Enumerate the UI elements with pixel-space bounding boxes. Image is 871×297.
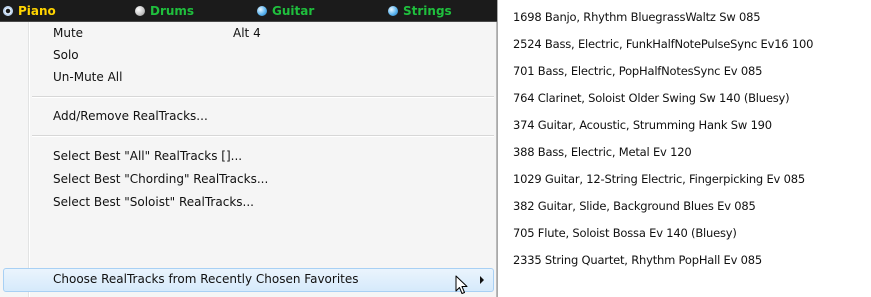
track-piano-label: Piano	[18, 4, 56, 18]
menu-item-select-best-chording[interactable]: Select Best "Chording" RealTracks...	[3, 168, 494, 190]
menu-item-label: Select Best "Soloist" RealTracks...	[53, 195, 254, 209]
radio-icon	[257, 6, 267, 16]
menu-item-label: Solo	[53, 48, 79, 62]
favorite-item[interactable]: 764 Clarinet, Soloist Older Swing Sw 140…	[513, 91, 790, 105]
track-guitar[interactable]: Guitar	[257, 0, 314, 22]
menu-separator	[32, 135, 494, 137]
track-strings[interactable]: Strings	[388, 0, 452, 22]
menu-item-select-best-all[interactable]: Select Best "All" RealTracks []...	[3, 145, 494, 167]
menu-item-label: Add/Remove RealTracks...	[53, 109, 208, 123]
radio-icon	[388, 6, 398, 16]
menu-item-label: Select Best "All" RealTracks []...	[53, 149, 243, 163]
radio-icon	[135, 6, 145, 16]
favorite-item[interactable]: 382 Guitar, Slide, Background Blues Ev 0…	[513, 199, 756, 213]
track-drums[interactable]: Drums	[135, 0, 194, 22]
favorite-item[interactable]: 388 Bass, Electric, Metal Ev 120	[513, 145, 692, 159]
menu-item-unmute-all[interactable]: Un-Mute All	[3, 66, 494, 88]
track-drums-label: Drums	[150, 4, 195, 18]
menu-item-label: Mute	[53, 26, 84, 40]
track-strings-label: Strings	[403, 4, 452, 18]
favorite-item[interactable]: 2335 String Quartet, Rhythm PopHall Ev 0…	[513, 253, 762, 289]
track-piano[interactable]: Piano	[3, 0, 56, 22]
menu-item-mute[interactable]: Mute Alt 4	[3, 22, 494, 44]
menu-item-label: Un-Mute All	[53, 70, 123, 84]
menu-item-solo[interactable]: Solo	[3, 44, 494, 66]
favorite-item[interactable]: 1029 Guitar, 12-String Electric, Fingerp…	[513, 172, 805, 186]
favorite-item[interactable]: 701 Bass, Electric, PopHalfNotesSync Ev …	[513, 64, 762, 78]
mouse-pointer-icon	[455, 275, 468, 294]
menu-item-choose-favorites[interactable]: Choose RealTracks from Recently Chosen F…	[3, 268, 494, 294]
menu-item-label: Choose RealTracks from Recently Chosen F…	[53, 272, 359, 286]
favorites-list: 1698 Banjo, Rhythm BluegrassWaltz Sw 085…	[497, 0, 871, 297]
radio-selected-icon	[3, 6, 13, 16]
menu-separator	[32, 96, 494, 98]
menu-item-add-remove-realtracks[interactable]: Add/Remove RealTracks...	[3, 105, 494, 127]
favorite-item[interactable]: 2524 Bass, Electric, FunkHalfNotePulseSy…	[513, 37, 813, 51]
favorite-item[interactable]: 374 Guitar, Acoustic, Strumming Hank Sw …	[513, 118, 772, 132]
track-guitar-label: Guitar	[272, 4, 315, 18]
submenu-arrow-icon	[480, 276, 484, 284]
favorite-item[interactable]: 705 Flute, Soloist Bossa Ev 140 (Bluesy)	[513, 226, 737, 240]
menu-item-label: Select Best "Chording" RealTracks...	[53, 172, 269, 186]
shortcut-label: Alt 4	[233, 26, 261, 40]
track-bar: Piano Drums Guitar Strings	[0, 0, 497, 22]
context-menu: Mute Alt 4 Solo Un-Mute All Add/Remove R…	[0, 22, 497, 297]
menu-item-select-best-soloist[interactable]: Select Best "Soloist" RealTracks...	[3, 191, 494, 213]
favorite-item[interactable]: 1698 Banjo, Rhythm BluegrassWaltz Sw 085	[513, 10, 761, 24]
